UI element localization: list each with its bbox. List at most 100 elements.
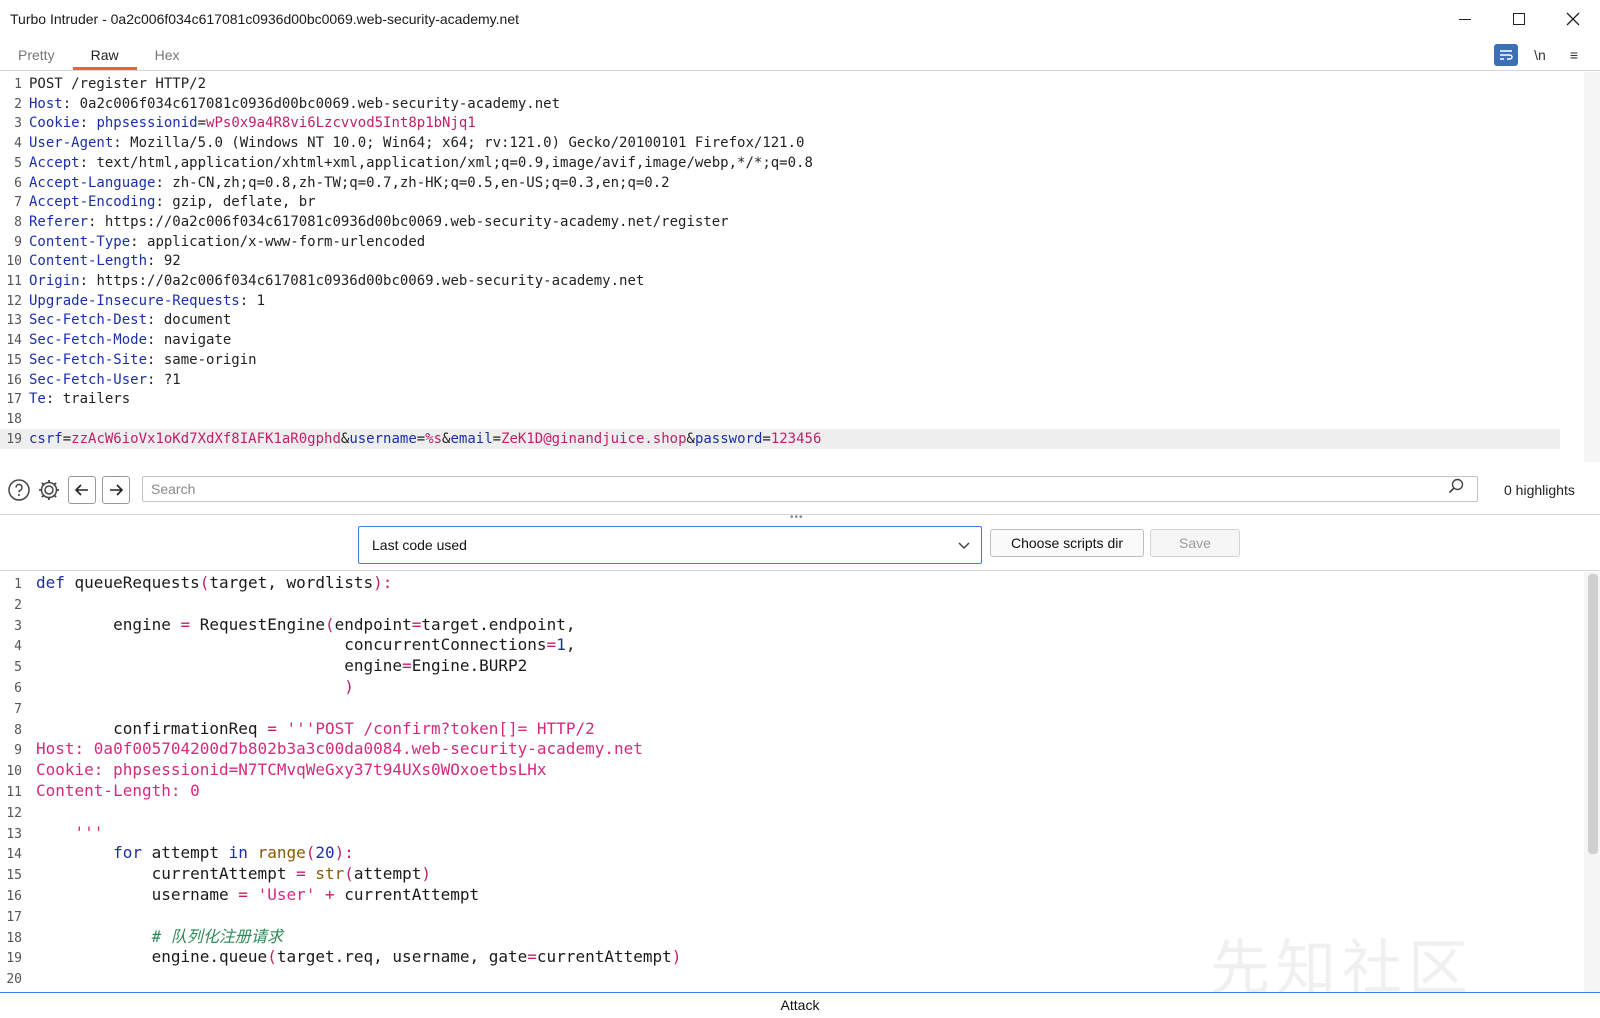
line-text: '''	[36, 822, 104, 843]
code-token: queueRequests	[64, 573, 200, 592]
header-separator: :	[79, 154, 89, 171]
code-token: =	[238, 885, 248, 904]
code-token: endpoint	[334, 614, 412, 634]
request-line: 17 Te: trailers	[0, 389, 130, 409]
request-line: 7 Accept-Encoding: gzip, deflate, br	[0, 192, 315, 212]
param-name: password	[694, 430, 763, 447]
request-editor[interactable]: 1 POST /register HTTP/2 2 Host: 0a2c006f034…	[0, 72, 1600, 462]
title-bar: Turbo Intruder - 0a2c006f034c617081c0936…	[0, 0, 1600, 38]
line-number: 16	[6, 372, 22, 388]
line-text: engine = RequestEngine(endpoint=target.e…	[36, 614, 575, 635]
close-button[interactable]	[1546, 0, 1600, 38]
save-button[interactable]: Save	[1150, 529, 1240, 557]
tab-pretty[interactable]: Pretty	[0, 40, 73, 70]
code-token: currentAttempt	[536, 947, 672, 967]
drag-handle-icon[interactable]: •••	[790, 512, 804, 523]
code-token: engine	[36, 656, 403, 676]
maximize-button[interactable]	[1492, 0, 1546, 38]
code-token: '''	[36, 822, 104, 842]
header-separator: :	[79, 273, 89, 289]
line-number: 17	[6, 392, 22, 408]
tab-hex[interactable]: Hex	[137, 40, 198, 70]
divider	[0, 570, 1600, 571]
code-line: 4 concurrentConnections=1,	[0, 634, 575, 655]
editor-toolbar: \n ≡	[1494, 44, 1586, 66]
header-name: Origin	[29, 273, 80, 289]
window-title: Turbo Intruder - 0a2c006f034c617081c0936…	[10, 11, 519, 27]
request-line: 16 Sec-Fetch-User: ?1	[0, 370, 180, 390]
header-separator: :	[62, 95, 72, 112]
code-token: (	[344, 864, 354, 884]
next-button[interactable]	[102, 476, 130, 504]
header-value: 92	[155, 253, 181, 270]
header-value: https://0a2c006f034c617081c0936d00bc0069…	[96, 213, 729, 230]
line-text: csrf=zzAcW6ioVx1oKd7XdXf8IAFK1aR0gphd&us…	[29, 429, 821, 449]
param-name: username	[349, 430, 417, 447]
code-token: Engine.BURP2	[411, 656, 528, 676]
code-token: ,	[565, 635, 576, 655]
code-token: in	[228, 843, 248, 863]
code-token: Content-Length: 0	[36, 781, 200, 800]
equals: =	[492, 430, 502, 447]
header-value: document	[155, 312, 232, 329]
line-text: currentAttempt = str(attempt)	[36, 863, 431, 884]
code-token: ):	[373, 573, 393, 592]
request-line: 6 Accept-Language: zh-CN,zh;q=0.8,zh-TW;q…	[0, 173, 669, 193]
header-value: 1	[248, 292, 266, 309]
header-name: Host	[29, 95, 63, 112]
scrollbar-thumb[interactable]	[1588, 574, 1598, 854]
code-token: str	[305, 864, 345, 884]
line-text: POST /register HTTP/2	[29, 74, 206, 94]
header-separator: :	[79, 115, 89, 132]
code-token: =	[296, 864, 306, 884]
header-name: Upgrade-Insecure-Requests	[29, 292, 240, 309]
request-line: 9 Content-Type: application/x-www-form-ur…	[0, 232, 425, 252]
line-text: Cookie: phpsessionid=wPs0x9a4R8vi6Lzcvvo…	[29, 113, 476, 133]
menu-button[interactable]: ≡	[1562, 44, 1586, 66]
tab-raw[interactable]: Raw	[72, 40, 137, 70]
search-input[interactable]: Search	[142, 476, 1478, 502]
code-line: 11 Content-Length: 0	[0, 780, 199, 801]
line-number: 5	[14, 155, 22, 171]
request-line: 4 User-Agent: Mozilla/5.0 (Windows NT 10.…	[0, 133, 804, 153]
param-separator: &	[686, 430, 695, 447]
header-separator: :	[239, 292, 249, 309]
line-text: Accept: text/html,application/xhtml+xml,…	[29, 153, 813, 173]
header-separator: :	[113, 135, 122, 152]
choose-scripts-dir-button[interactable]: Choose scripts dir	[990, 529, 1144, 557]
equals: =	[416, 430, 426, 447]
close-icon	[1566, 12, 1580, 26]
param-name: email	[450, 430, 493, 447]
code-line: 10 Cookie: phpsessionid=N7TCMvqWeGxy37t94…	[0, 759, 546, 780]
minimize-icon	[1459, 18, 1471, 20]
code-token: =	[402, 656, 412, 676]
line-number: 10	[6, 254, 22, 270]
equals: =	[197, 115, 207, 132]
code-token: def	[36, 573, 65, 592]
request-line: 13 Sec-Fetch-Dest: document	[0, 310, 231, 330]
previous-button[interactable]	[68, 476, 96, 504]
word-wrap-button[interactable]	[1494, 44, 1518, 66]
code-token: # 队列化注册请求	[36, 926, 283, 946]
code-token: engine.queue	[36, 947, 268, 967]
highlights-count: 0 highlights	[1504, 482, 1575, 498]
code-token: '''POST /confirm?token[]= HTTP/2	[276, 718, 595, 738]
script-select[interactable]: Last code used	[358, 526, 982, 564]
header-value: gzip, deflate, br	[163, 194, 316, 211]
header-value: Mozilla/5.0 (Windows NT 10.0; Win64; x64…	[121, 135, 805, 152]
header-name: Content-Length	[29, 253, 148, 270]
param-value: zzAcW6ioVx1oKd7XdXf8IAFK1aR0gphd	[71, 430, 341, 447]
help-button[interactable]	[5, 476, 33, 504]
code-token: 20	[315, 843, 335, 863]
view-tabs: Pretty Raw Hex	[0, 40, 198, 70]
attack-button[interactable]: Attack	[0, 992, 1600, 1018]
settings-button[interactable]	[35, 476, 63, 504]
request-line: 2 Host: 0a2c006f034c617081c0936d00bc0069.…	[0, 94, 560, 114]
minimize-button[interactable]	[1438, 0, 1492, 38]
header-name: Sec-Fetch-Site	[29, 351, 148, 368]
code-line: 2	[0, 593, 22, 614]
cookie-name: phpsessionid	[96, 115, 198, 132]
code-token: currentAttempt	[334, 885, 480, 904]
scrollbar[interactable]	[1584, 72, 1600, 462]
show-newlines-button[interactable]: \n	[1528, 44, 1552, 66]
